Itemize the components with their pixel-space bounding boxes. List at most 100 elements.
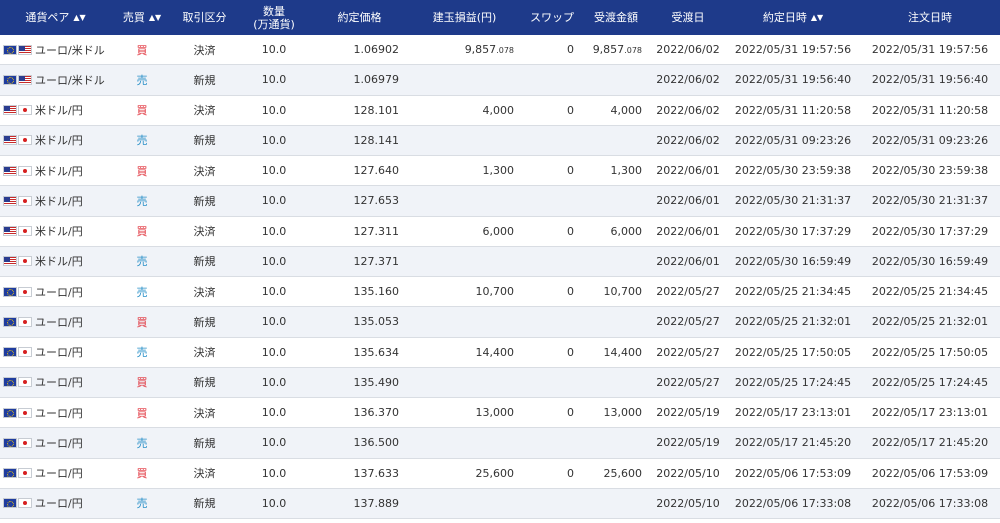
cell-qty: 10.0 (236, 64, 312, 96)
flag-us-icon (3, 105, 17, 116)
cell-order-datetime: 2022/05/25 21:34:45 (860, 276, 1000, 308)
col-header-order-datetime: 注文日時 (860, 0, 1000, 35)
cell-exec-datetime: 2022/05/30 16:59:49 (726, 246, 860, 278)
cell-settle-date: 2022/05/27 (650, 367, 726, 399)
cell-amount (582, 367, 650, 399)
cell-pnl: 1,300 (407, 155, 522, 187)
cell-exec-datetime: 2022/05/06 17:53:09 (726, 458, 860, 489)
cell-order-datetime: 2022/05/25 17:50:05 (860, 337, 1000, 368)
table-header-row: 通貨ペア ▲▼ 売買 ▲▼ 取引区分 数量 (万通貨) 約定価格 建玉損益(円) スワ… (0, 0, 1000, 35)
cell-pair: 米ドル/円 (0, 95, 111, 126)
flag-us-icon (3, 165, 17, 176)
flag-us-icon (18, 74, 32, 85)
cell-qty: 10.0 (236, 337, 312, 368)
cell-exec-datetime: 2022/05/31 11:20:58 (726, 95, 860, 126)
table-row: 米ドル/円 売 新規 10.0 128.141 2022/06/02 2022/… (0, 125, 1000, 157)
cell-swap (522, 306, 582, 338)
cell-settle-date: 2022/05/10 (650, 458, 726, 489)
table-row: ユーロ/円 売 新規 10.0 136.500 2022/05/19 2022/… (0, 427, 1000, 459)
cell-pnl (407, 306, 522, 338)
cell-price: 1.06979 (312, 64, 407, 96)
col-header-pair[interactable]: 通貨ペア ▲▼ (0, 0, 111, 35)
table-row: ユーロ/円 買 新規 10.0 135.490 2022/05/27 2022/… (0, 367, 1000, 399)
flag-us-icon (3, 195, 17, 206)
cell-exec-datetime: 2022/05/25 17:24:45 (726, 367, 860, 399)
flag-jp-icon (18, 165, 32, 176)
cell-settle-date: 2022/06/02 (650, 64, 726, 96)
cell-price: 135.053 (312, 306, 407, 338)
cell-settle-date: 2022/06/02 (650, 125, 726, 157)
flag-us-icon (3, 226, 17, 237)
cell-type: 新規 (173, 367, 236, 399)
col-header-pnl: 建玉損益(円) (407, 0, 522, 35)
cell-settle-date: 2022/06/01 (650, 155, 726, 187)
table-row: 米ドル/円 売 新規 10.0 127.653 2022/06/01 2022/… (0, 185, 1000, 217)
col-header-price: 約定価格 (312, 0, 407, 35)
cell-side: 売 (111, 125, 173, 157)
cell-amount (582, 246, 650, 278)
cell-order-datetime: 2022/05/31 09:23:26 (860, 125, 1000, 157)
cell-price: 136.500 (312, 427, 407, 459)
cell-settle-date: 2022/05/10 (650, 488, 726, 520)
cell-side: 売 (111, 185, 173, 217)
flag-jp-icon (18, 437, 32, 448)
cell-qty: 10.0 (236, 155, 312, 187)
cell-exec-datetime: 2022/05/25 17:50:05 (726, 337, 860, 368)
flag-eu-icon (3, 316, 17, 327)
cell-exec-datetime: 2022/05/25 21:32:01 (726, 306, 860, 338)
cell-pnl: 25,600 (407, 458, 522, 489)
flag-eu-icon (3, 407, 17, 418)
cell-type: 決済 (173, 95, 236, 126)
cell-amount: 6,000 (582, 216, 650, 247)
cell-pair: ユーロ/円 (0, 397, 111, 429)
cell-side: 売 (111, 276, 173, 308)
cell-side: 買 (111, 397, 173, 429)
cell-pnl (407, 125, 522, 157)
cell-type: 決済 (173, 458, 236, 489)
cell-qty: 10.0 (236, 246, 312, 278)
flag-jp-icon (18, 105, 32, 116)
cell-type: 決済 (173, 216, 236, 247)
table-row: 米ドル/円 買 決済 10.0 127.311 6,000 0 6,000 20… (0, 216, 1000, 247)
cell-amount: 4,000 (582, 95, 650, 126)
cell-exec-datetime: 2022/05/25 21:34:45 (726, 276, 860, 308)
table-row: 米ドル/円 買 決済 10.0 128.101 4,000 0 4,000 20… (0, 95, 1000, 126)
cell-order-datetime: 2022/05/31 11:20:58 (860, 95, 1000, 126)
flag-us-icon (3, 256, 17, 267)
cell-swap: 0 (522, 216, 582, 247)
cell-order-datetime: 2022/05/30 23:59:38 (860, 155, 1000, 187)
cell-price: 128.101 (312, 95, 407, 126)
flag-eu-icon (3, 74, 17, 85)
cell-pnl (407, 185, 522, 217)
cell-order-datetime: 2022/05/25 17:24:45 (860, 367, 1000, 399)
flag-us-icon (18, 44, 32, 55)
flag-jp-icon (18, 377, 32, 388)
cell-type: 新規 (173, 306, 236, 338)
col-header-side[interactable]: 売買 ▲▼ (111, 0, 173, 35)
cell-swap: 0 (522, 35, 582, 66)
cell-exec-datetime: 2022/05/31 19:56:40 (726, 64, 860, 96)
cell-exec-datetime: 2022/05/31 09:23:26 (726, 125, 860, 157)
sort-up-down-icon: ▲▼ (810, 12, 824, 22)
flag-jp-icon (18, 286, 32, 297)
cell-side: 買 (111, 216, 173, 247)
cell-side: 売 (111, 246, 173, 278)
cell-type: 新規 (173, 488, 236, 520)
flag-eu-icon (3, 498, 17, 509)
flag-jp-icon (18, 256, 32, 267)
cell-order-datetime: 2022/05/30 21:31:37 (860, 185, 1000, 217)
col-header-exec-datetime[interactable]: 約定日時 ▲▼ (726, 0, 860, 35)
cell-type: 決済 (173, 276, 236, 308)
cell-qty: 10.0 (236, 125, 312, 157)
cell-pair: 米ドル/円 (0, 216, 111, 247)
flag-eu-icon (3, 347, 17, 358)
sort-up-down-icon: ▲▼ (73, 12, 86, 22)
cell-qty: 10.0 (236, 488, 312, 520)
cell-type: 決済 (173, 397, 236, 429)
flag-jp-icon (18, 195, 32, 206)
cell-pnl (407, 427, 522, 459)
cell-amount (582, 306, 650, 338)
cell-settle-date: 2022/05/27 (650, 276, 726, 308)
cell-pnl (407, 64, 522, 96)
trade-history-table: 通貨ペア ▲▼ 売買 ▲▼ 取引区分 数量 (万通貨) 約定価格 建玉損益(円) スワ… (0, 0, 1000, 520)
